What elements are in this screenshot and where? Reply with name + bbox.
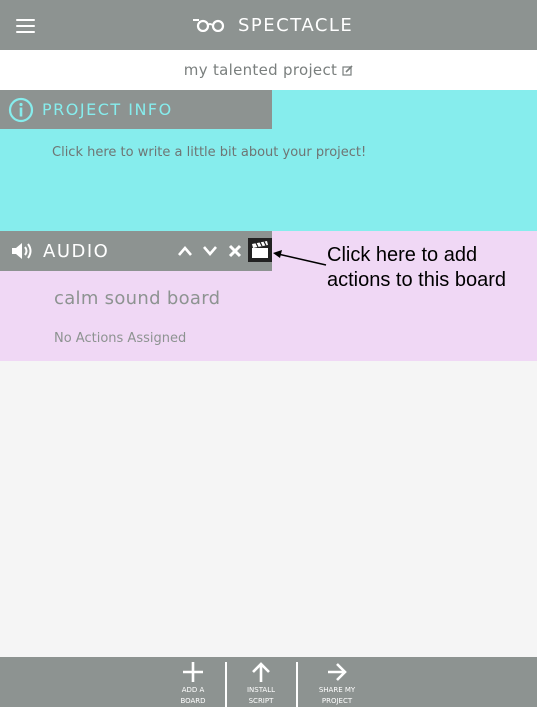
callout-arrow [273,250,327,266]
project-info-title: PROJECT INFO [42,100,173,119]
top-bar: SPECTACLE [0,0,537,50]
audio-board-header: AUDIO [0,231,272,271]
speaker-icon [12,243,32,259]
arrow-up-icon [252,662,270,682]
edit-icon[interactable] [342,64,353,76]
share-project-button[interactable]: SHARE MY PROJECT [309,657,365,707]
project-info-section: PROJECT INFO Click here to write a littl… [0,90,537,226]
board-name[interactable]: calm sound board [54,288,220,309]
clapperboard-icon[interactable] [248,238,272,262]
project-description-placeholder[interactable]: Click here to write a little bit about y… [52,145,366,160]
add-board-label-line1: ADD A [181,686,205,694]
board-type-label: AUDIO [43,241,110,262]
project-title[interactable]: my talented project [184,61,337,79]
callout-text: Click here to add actions to this board [327,244,506,291]
project-title-row[interactable]: my talented project [0,50,537,90]
bottom-nav-bar: ADD A BOARD INSTALL SCRIPT SHARE MY PROJ… [0,657,537,707]
share-project-label-line2: PROJECT [321,697,353,705]
app-logo: SPECTACLE [192,13,353,37]
install-script-button[interactable]: INSTALL SCRIPT [238,657,284,707]
spectacles-icon [193,19,225,32]
hamburger-menu-icon[interactable] [16,18,35,34]
divider [296,662,298,707]
move-up-icon[interactable] [177,245,193,257]
divider [225,662,227,707]
add-board-button[interactable]: ADD A BOARD [172,657,214,707]
plus-icon [183,662,203,682]
install-script-label-line1: INSTALL [246,686,276,694]
info-icon [8,97,34,122]
share-project-label-line1: SHARE MY [318,686,356,694]
arrow-right-icon [328,663,347,681]
delete-icon[interactable] [228,244,242,258]
actions-status: No Actions Assigned [54,331,187,346]
project-info-header: PROJECT INFO [0,90,272,129]
move-down-icon[interactable] [202,245,218,257]
add-board-label-line2: BOARD [180,697,206,705]
app-name: SPECTACLE [238,14,354,36]
install-script-label-line2: SCRIPT [248,697,274,705]
